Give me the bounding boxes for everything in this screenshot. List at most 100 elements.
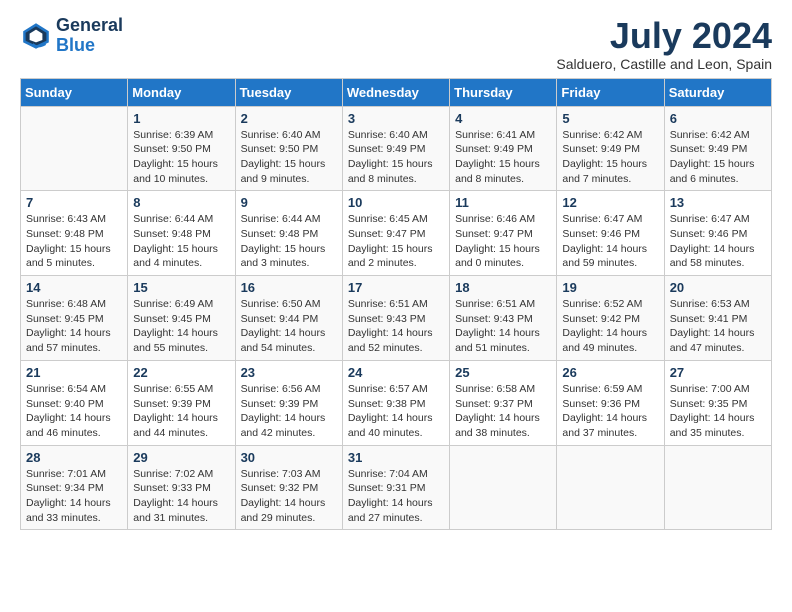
calendar-cell: 8Sunrise: 6:44 AMSunset: 9:48 PMDaylight…	[128, 191, 235, 276]
day-number: 8	[133, 195, 229, 210]
day-info: Sunrise: 6:47 AMSunset: 9:46 PMDaylight:…	[562, 212, 658, 271]
calendar-cell: 3 Sunrise: 6:40 AMSunset: 9:49 PMDaylight…	[342, 106, 449, 191]
column-header-friday: Friday	[557, 78, 664, 106]
calendar-cell: 10Sunrise: 6:45 AMSunset: 9:47 PMDayligh…	[342, 191, 449, 276]
calendar-cell: 5 Sunrise: 6:42 AMSunset: 9:49 PMDaylight…	[557, 106, 664, 191]
day-info: Sunrise: 6:52 AMSunset: 9:42 PMDaylight:…	[562, 297, 658, 356]
day-info: Sunrise: 6:48 AMSunset: 9:45 PMDaylight:…	[26, 297, 122, 356]
calendar-cell: 22Sunrise: 6:55 AMSunset: 9:39 PMDayligh…	[128, 360, 235, 445]
day-number: 10	[348, 195, 444, 210]
day-number: 19	[562, 280, 658, 295]
calendar-table: SundayMondayTuesdayWednesdayThursdayFrid…	[20, 78, 772, 531]
calendar-body: 1 Sunrise: 6:39 AMSunset: 9:50 PMDaylight…	[21, 106, 772, 530]
calendar-cell	[450, 445, 557, 530]
day-number: 23	[241, 365, 337, 380]
day-info: Sunrise: 6:54 AMSunset: 9:40 PMDaylight:…	[26, 382, 122, 441]
calendar-cell: 12 Sunrise: 6:47 AMSunset: 9:46 PMDayligh…	[557, 191, 664, 276]
calendar-cell: 21 Sunrise: 6:54 AMSunset: 9:40 PMDayligh…	[21, 360, 128, 445]
calendar-week-2: 7 Sunrise: 6:43 AMSunset: 9:48 PMDaylight…	[21, 191, 772, 276]
calendar-cell: 4 Sunrise: 6:41 AMSunset: 9:49 PMDaylight…	[450, 106, 557, 191]
day-number: 3	[348, 111, 444, 126]
day-number: 24	[348, 365, 444, 380]
day-number: 30	[241, 450, 337, 465]
calendar-cell: 9 Sunrise: 6:44 AMSunset: 9:48 PMDaylight…	[235, 191, 342, 276]
calendar-week-4: 21 Sunrise: 6:54 AMSunset: 9:40 PMDayligh…	[21, 360, 772, 445]
day-info: Sunrise: 6:43 AMSunset: 9:48 PMDaylight:…	[26, 212, 122, 271]
day-number: 4	[455, 111, 551, 126]
day-number: 7	[26, 195, 122, 210]
day-number: 12	[562, 195, 658, 210]
calendar-cell: 31Sunrise: 7:04 AMSunset: 9:31 PMDayligh…	[342, 445, 449, 530]
day-info: Sunrise: 7:03 AMSunset: 9:32 PMDaylight:…	[241, 467, 337, 526]
calendar-cell: 18 Sunrise: 6:51 AMSunset: 9:43 PMDayligh…	[450, 276, 557, 361]
calendar-cell	[557, 445, 664, 530]
day-number: 18	[455, 280, 551, 295]
calendar-cell	[21, 106, 128, 191]
day-info: Sunrise: 6:44 AMSunset: 9:48 PMDaylight:…	[241, 212, 337, 271]
calendar-cell: 19 Sunrise: 6:52 AMSunset: 9:42 PMDayligh…	[557, 276, 664, 361]
logo-icon	[20, 20, 52, 52]
day-number: 28	[26, 450, 122, 465]
day-info: Sunrise: 6:51 AMSunset: 9:43 PMDaylight:…	[455, 297, 551, 356]
calendar-week-1: 1 Sunrise: 6:39 AMSunset: 9:50 PMDaylight…	[21, 106, 772, 191]
day-info: Sunrise: 7:04 AMSunset: 9:31 PMDaylight:…	[348, 467, 444, 526]
day-number: 1	[133, 111, 229, 126]
day-info: Sunrise: 7:02 AMSunset: 9:33 PMDaylight:…	[133, 467, 229, 526]
calendar-cell: 2Sunrise: 6:40 AMSunset: 9:50 PMDaylight…	[235, 106, 342, 191]
day-number: 15	[133, 280, 229, 295]
day-info: Sunrise: 6:56 AMSunset: 9:39 PMDaylight:…	[241, 382, 337, 441]
day-number: 26	[562, 365, 658, 380]
day-number: 16	[241, 280, 337, 295]
day-info: Sunrise: 6:40 AMSunset: 9:49 PMDaylight:…	[348, 128, 444, 187]
day-number: 27	[670, 365, 766, 380]
day-number: 11	[455, 195, 551, 210]
calendar-week-5: 28 Sunrise: 7:01 AMSunset: 9:34 PMDayligh…	[21, 445, 772, 530]
column-header-tuesday: Tuesday	[235, 78, 342, 106]
logo-line2: Blue	[56, 36, 123, 56]
title-block: July 2024 Salduero, Castille and Leon, S…	[556, 16, 772, 72]
column-header-saturday: Saturday	[664, 78, 771, 106]
calendar-cell: 29 Sunrise: 7:02 AMSunset: 9:33 PMDayligh…	[128, 445, 235, 530]
calendar-header: SundayMondayTuesdayWednesdayThursdayFrid…	[21, 78, 772, 106]
column-header-monday: Monday	[128, 78, 235, 106]
calendar-cell: 30 Sunrise: 7:03 AMSunset: 9:32 PMDayligh…	[235, 445, 342, 530]
calendar-cell: 15 Sunrise: 6:49 AMSunset: 9:45 PMDayligh…	[128, 276, 235, 361]
day-info: Sunrise: 6:39 AMSunset: 9:50 PMDaylight:…	[133, 128, 229, 187]
day-number: 2	[241, 111, 337, 126]
day-info: Sunrise: 6:49 AMSunset: 9:45 PMDaylight:…	[133, 297, 229, 356]
location: Salduero, Castille and Leon, Spain	[556, 56, 772, 72]
calendar-week-3: 14Sunrise: 6:48 AMSunset: 9:45 PMDayligh…	[21, 276, 772, 361]
day-number: 29	[133, 450, 229, 465]
calendar-cell: 6Sunrise: 6:42 AMSunset: 9:49 PMDaylight…	[664, 106, 771, 191]
day-info: Sunrise: 7:01 AMSunset: 9:34 PMDaylight:…	[26, 467, 122, 526]
column-header-wednesday: Wednesday	[342, 78, 449, 106]
calendar-cell	[664, 445, 771, 530]
calendar-cell: 20 Sunrise: 6:53 AMSunset: 9:41 PMDayligh…	[664, 276, 771, 361]
calendar-cell: 26 Sunrise: 6:59 AMSunset: 9:36 PMDayligh…	[557, 360, 664, 445]
calendar-cell: 16Sunrise: 6:50 AMSunset: 9:44 PMDayligh…	[235, 276, 342, 361]
day-number: 21	[26, 365, 122, 380]
page-header: General Blue July 2024 Salduero, Castill…	[20, 16, 772, 72]
day-info: Sunrise: 6:47 AMSunset: 9:46 PMDaylight:…	[670, 212, 766, 271]
day-number: 25	[455, 365, 551, 380]
logo-line1: General	[56, 16, 123, 36]
logo: General Blue	[20, 16, 123, 56]
calendar-cell: 14Sunrise: 6:48 AMSunset: 9:45 PMDayligh…	[21, 276, 128, 361]
calendar-cell: 25Sunrise: 6:58 AMSunset: 9:37 PMDayligh…	[450, 360, 557, 445]
day-info: Sunrise: 6:59 AMSunset: 9:36 PMDaylight:…	[562, 382, 658, 441]
column-header-sunday: Sunday	[21, 78, 128, 106]
day-number: 22	[133, 365, 229, 380]
day-info: Sunrise: 6:53 AMSunset: 9:41 PMDaylight:…	[670, 297, 766, 356]
day-number: 5	[562, 111, 658, 126]
calendar-cell: 28 Sunrise: 7:01 AMSunset: 9:34 PMDayligh…	[21, 445, 128, 530]
column-header-thursday: Thursday	[450, 78, 557, 106]
day-number: 17	[348, 280, 444, 295]
day-info: Sunrise: 6:41 AMSunset: 9:49 PMDaylight:…	[455, 128, 551, 187]
day-number: 20	[670, 280, 766, 295]
day-info: Sunrise: 6:42 AMSunset: 9:49 PMDaylight:…	[562, 128, 658, 187]
day-info: Sunrise: 6:57 AMSunset: 9:38 PMDaylight:…	[348, 382, 444, 441]
day-info: Sunrise: 6:51 AMSunset: 9:43 PMDaylight:…	[348, 297, 444, 356]
day-number: 9	[241, 195, 337, 210]
calendar-cell: 1 Sunrise: 6:39 AMSunset: 9:50 PMDaylight…	[128, 106, 235, 191]
month-title: July 2024	[556, 16, 772, 56]
